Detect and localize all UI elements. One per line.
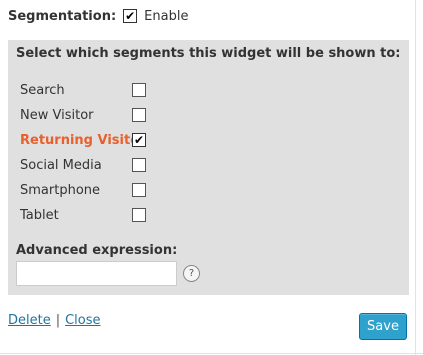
frame-right-border [415, 0, 416, 355]
segment-social-media-checkbox[interactable] [132, 158, 146, 172]
segment-item-social-media: Social Media [20, 155, 160, 175]
segment-label: Returning Visitor [20, 132, 146, 148]
segment-new-visitor-checkbox[interactable] [132, 108, 146, 122]
delete-link[interactable]: Delete [8, 313, 51, 328]
segment-label: Tablet [20, 207, 59, 223]
segment-item-new-visitor: New Visitor [20, 105, 160, 125]
segment-item-tablet: Tablet [20, 205, 160, 225]
segment-item-smartphone: Smartphone [20, 180, 160, 200]
segment-label: Smartphone [20, 182, 101, 198]
segmentation-enable-checkbox[interactable]: ✔ [123, 8, 138, 23]
segment-smartphone-checkbox[interactable] [132, 183, 146, 197]
segment-item-search: Search [20, 80, 160, 100]
segment-search-checkbox[interactable] [132, 83, 146, 97]
segmentation-enable-label: Enable [144, 8, 189, 24]
check-icon: ✔ [133, 132, 145, 147]
footer-links: Delete | Close [8, 311, 101, 329]
segment-item-returning-visitor: Returning Visitor ✔ [20, 130, 160, 150]
advanced-expression-label: Advanced expression: [16, 243, 178, 258]
segment-label: Search [20, 82, 65, 98]
link-separator: | [55, 312, 61, 328]
segments-panel: Select which segments this widget will b… [8, 40, 409, 295]
check-icon: ✔ [125, 8, 136, 23]
segment-label: Social Media [20, 157, 102, 173]
segment-returning-visitor-checkbox[interactable]: ✔ [132, 133, 146, 147]
segmentation-row: Segmentation: ✔ Enable [8, 6, 188, 26]
panel-title: Select which segments this widget will b… [16, 46, 401, 61]
frame-bottom-border [0, 353, 423, 354]
segment-tablet-checkbox[interactable] [132, 208, 146, 222]
save-button[interactable]: Save [359, 313, 407, 340]
help-icon[interactable]: ? [183, 265, 200, 282]
segment-label: New Visitor [20, 107, 94, 123]
close-link[interactable]: Close [65, 313, 100, 328]
advanced-expression-input[interactable] [16, 261, 177, 286]
segmentation-label: Segmentation: [8, 8, 117, 24]
